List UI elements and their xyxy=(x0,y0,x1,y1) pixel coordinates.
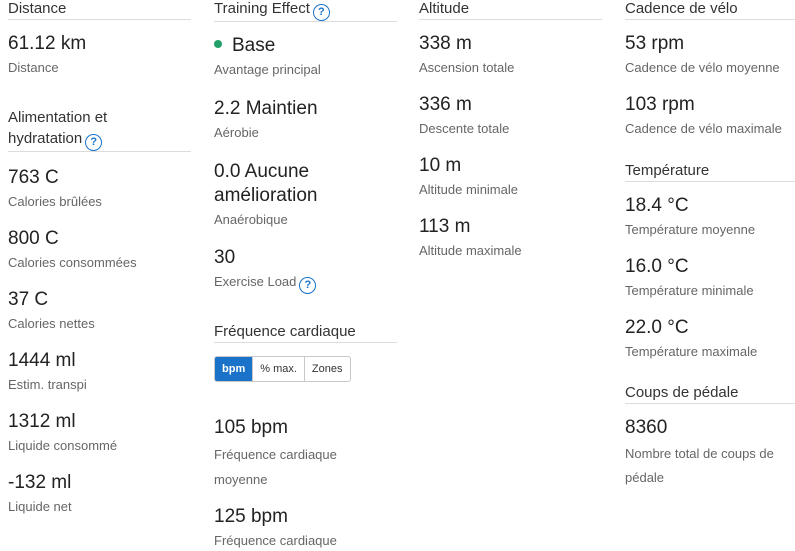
stat-value: 18.4 °C xyxy=(625,195,689,216)
nutrition-list: 763 C Calories brûlées 800 C Calories co… xyxy=(8,166,191,532)
stat-label: Cadence de vélo moyenne xyxy=(625,60,780,75)
aerobic-value: 2.2 Maintien xyxy=(214,98,318,119)
hr-max-value: 125 bpm xyxy=(214,506,288,527)
stat-label: Cadence de vélo maximale xyxy=(625,121,782,136)
stat-value: 16.0 °C xyxy=(625,256,689,277)
help-circle-icon[interactable]: ? xyxy=(85,134,103,151)
stat-label: Liquide net xyxy=(8,499,72,514)
heart-rate-unit-toggle[interactable]: bpm % max. Zones xyxy=(214,356,351,382)
anaerobic-value-line2: amélioration xyxy=(214,185,318,206)
primary-benefit-label: Avantage principal xyxy=(214,62,321,77)
distance-value: 61.12 km xyxy=(8,33,87,54)
stat-item: 1312 ml Liquide consommé xyxy=(8,410,191,471)
primary-benefit-value: Base xyxy=(232,35,276,56)
stat-item: 37 C Calories nettes xyxy=(8,288,191,349)
pedal-strokes: 8360 Nombre total de coups de pédale xyxy=(625,416,795,490)
stat-value: 22.0 °C xyxy=(625,317,689,338)
stat-value: 763 C xyxy=(8,167,59,188)
exercise-load-label: Exercise Load xyxy=(214,274,297,289)
anaerobic-label: Anaérobique xyxy=(214,212,288,227)
hr-average: 105 bpm Fréquence cardiaque moyenne xyxy=(214,416,397,492)
stat-item: 338 m Ascension totale xyxy=(419,32,602,93)
stat-value: 10 m xyxy=(419,155,462,176)
stat-label: Calories brûlées xyxy=(8,194,102,209)
help-circle-icon[interactable]: ? xyxy=(312,4,330,21)
tab-percent-max[interactable]: % max. xyxy=(253,357,305,381)
stat-item: 336 m Descente totale xyxy=(419,93,602,154)
stat-value: -132 ml xyxy=(8,472,72,493)
column-distance-nutrition: Distance 61.12 km Distance Alimentation … xyxy=(8,0,191,532)
training-effect-title: Training Effect xyxy=(214,0,310,17)
column-training-heart-rate: Training Effect? Base Avantage principal… xyxy=(214,0,397,551)
column-cadence-temperature: Cadence de vélo 53 rpm Cadence de vélo m… xyxy=(625,0,795,490)
stat-value: 1444 ml xyxy=(8,350,76,371)
anaerobic-value-line1: 0.0 Aucune xyxy=(214,161,310,182)
stat-label: Altitude maximale xyxy=(419,243,522,258)
stat-label: Estim. transpi xyxy=(8,377,87,392)
stat-label: Descente totale xyxy=(419,121,510,136)
stat-value: 113 m xyxy=(419,216,471,237)
cadence-header: Cadence de vélo xyxy=(625,0,795,20)
exercise-load: 30 Exercise Load? xyxy=(214,246,397,294)
stat-item: 18.4 °C Température moyenne xyxy=(625,194,795,255)
stat-value: 338 m xyxy=(419,33,472,54)
pedal-strokes-label-line1: Nombre total de coups de xyxy=(625,446,774,461)
stat-item: 763 C Calories brûlées xyxy=(8,166,191,227)
hr-average-label-line1: Fréquence cardiaque xyxy=(214,447,337,462)
hr-max-label-line1: Fréquence cardiaque xyxy=(214,533,337,548)
column-altitude: Altitude 338 m Ascension totale 336 m De… xyxy=(419,0,602,276)
altitude-header: Altitude xyxy=(419,0,602,20)
pedal-strokes-value: 8360 xyxy=(625,417,668,438)
stat-label: Calories consommées xyxy=(8,255,137,270)
stat-label: Température minimale xyxy=(625,283,754,298)
hr-average-label-line2: moyenne xyxy=(214,472,268,487)
training-effect-header: Training Effect? xyxy=(214,0,397,22)
temperature-list: 18.4 °C Température moyenne 16.0 °C Temp… xyxy=(625,194,795,377)
nutrition-header-line2: hydratation xyxy=(8,130,83,147)
status-dot-icon xyxy=(214,40,222,48)
heart-rate-header: Fréquence cardiaque xyxy=(214,321,397,343)
stat-value: 103 rpm xyxy=(625,94,695,115)
primary-benefit: Base Avantage principal xyxy=(214,34,397,80)
hr-max: 125 bpm Fréquence cardiaque xyxy=(214,505,397,551)
stat-label: Température maximale xyxy=(625,344,758,359)
aerobic-label: Aérobie xyxy=(214,125,259,140)
nutrition-header: Alimentation et hydratation? xyxy=(8,107,191,152)
help-circle-icon[interactable]: ? xyxy=(299,277,317,294)
stat-value: 1312 ml xyxy=(8,411,76,432)
stat-label: Ascension totale xyxy=(419,60,515,75)
stat-label: Calories nettes xyxy=(8,316,95,331)
stat-item: -132 ml Liquide net xyxy=(8,471,191,532)
stat-label: Température moyenne xyxy=(625,222,756,237)
stat-item: 113 m Altitude maximale xyxy=(419,215,602,276)
stat-value: 37 C xyxy=(8,289,49,310)
stat-label: Altitude minimale xyxy=(419,182,518,197)
stat-value: 336 m xyxy=(419,94,472,115)
stat-item: 10 m Altitude minimale xyxy=(419,154,602,215)
aerobic: 2.2 Maintien Aérobie xyxy=(214,97,397,143)
distance-header: Distance xyxy=(8,0,191,20)
stat-item: 103 rpm Cadence de vélo maximale xyxy=(625,93,795,154)
tab-zones[interactable]: Zones xyxy=(305,357,350,381)
pedal-strokes-header: Coups de pédale xyxy=(625,382,795,404)
stat-item: 800 C Calories consommées xyxy=(8,227,191,288)
stat-item: 53 rpm Cadence de vélo moyenne xyxy=(625,32,795,93)
stat-item: 1444 ml Estim. transpi xyxy=(8,349,191,410)
nutrition-header-line1: Alimentation et xyxy=(8,109,108,126)
distance-label: Distance xyxy=(8,60,59,75)
stat-value: 800 C xyxy=(8,228,59,249)
anaerobic: 0.0 Aucune amélioration Anaérobique xyxy=(214,160,397,230)
pedal-strokes-label-line2: pédale xyxy=(625,470,665,485)
altitude-list: 338 m Ascension totale 336 m Descente to… xyxy=(419,32,602,276)
stat-label: Liquide consommé xyxy=(8,438,118,453)
stat-item: 22.0 °C Température maximale xyxy=(625,316,795,377)
cadence-list: 53 rpm Cadence de vélo moyenne 103 rpm C… xyxy=(625,32,795,154)
stat-item: 16.0 °C Température minimale xyxy=(625,255,795,316)
exercise-load-value: 30 xyxy=(214,247,236,268)
hr-average-value: 105 bpm xyxy=(214,417,288,438)
tab-bpm[interactable]: bpm xyxy=(215,357,254,381)
temperature-header: Température xyxy=(625,160,795,182)
stat-value: 53 rpm xyxy=(625,33,685,54)
